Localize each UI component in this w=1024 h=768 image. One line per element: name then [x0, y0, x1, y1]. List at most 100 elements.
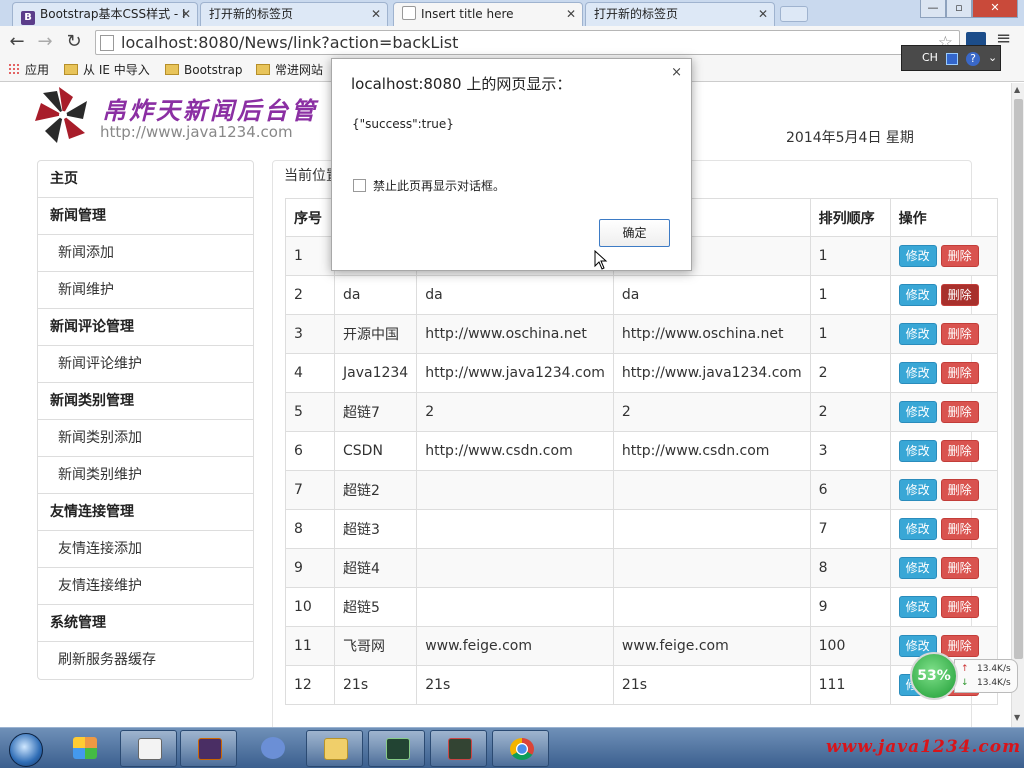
scroll-down-arrow-icon[interactable]: ▼: [1014, 713, 1020, 722]
delete-button[interactable]: 删除: [940, 596, 979, 618]
delete-button[interactable]: 删除: [940, 245, 979, 267]
edit-button[interactable]: 修改: [898, 518, 937, 540]
delete-button[interactable]: 删除: [940, 518, 979, 540]
delete-button[interactable]: 删除: [940, 479, 979, 501]
table-cell: 飞哥网: [333, 626, 418, 666]
scroll-up-arrow-icon[interactable]: ▲: [1014, 85, 1020, 94]
app-icon-1: [386, 738, 410, 760]
delete-button[interactable]: 删除: [940, 401, 979, 423]
tab-insert-title[interactable]: Insert title here ✕: [393, 2, 583, 26]
edit-button[interactable]: 修改: [898, 401, 937, 423]
taskbar-app-1[interactable]: [368, 730, 425, 767]
browser-tab-strip: B Bootstrap基本CSS样式 - I ✕ 打开新的标签页 ✕ Insert…: [0, 0, 1024, 26]
sidebar-item[interactable]: 新闻类别添加: [38, 420, 253, 457]
notepad-icon: [138, 738, 162, 760]
ime-help-icon[interactable]: ?: [966, 52, 980, 66]
sidebar-item[interactable]: 新闻添加: [38, 235, 253, 272]
sidebar-item[interactable]: 友情连接管理: [38, 494, 253, 531]
sidebar-item[interactable]: 新闻类别管理: [38, 383, 253, 420]
start-button[interactable]: [2, 729, 52, 768]
taskbar-notepad[interactable]: [120, 730, 177, 767]
back-arrow-icon[interactable]: ←: [6, 30, 28, 54]
edit-button[interactable]: 修改: [898, 284, 937, 306]
table-cell: 5: [285, 392, 335, 432]
scrollbar-thumb[interactable]: [1014, 99, 1023, 659]
forward-arrow-icon[interactable]: →: [34, 30, 56, 54]
sidebar-item[interactable]: 新闻评论管理: [38, 309, 253, 346]
column-header-actions: 操作: [889, 198, 998, 237]
suppress-dialogs-label[interactable]: 禁止此页再显示对话框。: [373, 177, 505, 194]
tab-bootstrap-css[interactable]: B Bootstrap基本CSS样式 - I ✕: [12, 2, 198, 26]
dialog-ok-button[interactable]: 确定: [599, 219, 670, 247]
delete-button[interactable]: 删除: [940, 362, 979, 384]
edit-button[interactable]: 修改: [898, 557, 937, 579]
table-cell: 1: [809, 236, 891, 276]
bookmark-frequent-sites[interactable]: 常进网站: [256, 62, 323, 78]
edit-button[interactable]: 修改: [898, 596, 937, 618]
bookmark-import-ie[interactable]: 从 IE 中导入: [64, 62, 150, 78]
bookmark-apps[interactable]: 应用: [8, 62, 49, 78]
table-cell: [612, 470, 811, 510]
tab-close-icon[interactable]: ✕: [566, 3, 576, 25]
taskbar-tool[interactable]: [244, 730, 301, 767]
taskbar-explorer[interactable]: [306, 730, 363, 767]
dialog-close-icon[interactable]: ×: [671, 65, 682, 80]
taskbar-chrome[interactable]: [492, 730, 549, 767]
tab-new-tab-1[interactable]: 打开新的标签页 ✕: [200, 2, 388, 26]
table-cell: 2: [612, 392, 811, 432]
ime-options-icon[interactable]: ⌄: [988, 51, 997, 64]
tab-close-icon[interactable]: ✕: [371, 3, 381, 25]
memory-usage-gauge[interactable]: 53%: [910, 652, 958, 700]
ime-toolbar[interactable]: CH ? ⌄: [901, 45, 1001, 71]
taskbar-app-2[interactable]: [430, 730, 487, 767]
sidebar-item[interactable]: 新闻评论维护: [38, 346, 253, 383]
maximize-button[interactable]: ▫: [946, 0, 972, 18]
sidebar-item[interactable]: 友情连接添加: [38, 531, 253, 568]
edit-button[interactable]: 修改: [898, 245, 937, 267]
taskbar-java-ee-ide[interactable]: [180, 730, 237, 767]
reload-icon[interactable]: ↻: [63, 30, 85, 54]
table-cell: [612, 587, 811, 627]
download-speed: 13.4K/s: [977, 678, 1011, 688]
table-cell-actions: 修改删除: [889, 392, 998, 432]
table-cell-actions: 修改删除: [889, 353, 998, 393]
sidebar-item[interactable]: 刷新服务器缓存: [38, 642, 253, 679]
tab-close-icon[interactable]: ✕: [758, 3, 768, 25]
table-cell: 8: [809, 548, 891, 588]
page-scrollbar[interactable]: ▲ ▼: [1011, 83, 1024, 727]
address-bar[interactable]: localhost:8080/News/link?action=backList…: [95, 30, 960, 55]
tab-close-icon[interactable]: ✕: [181, 3, 191, 25]
table-row: 9 超链4 8 修改 删除: [285, 548, 998, 588]
edit-button[interactable]: 修改: [898, 479, 937, 501]
edit-button[interactable]: 修改: [898, 362, 937, 384]
bookmark-bootstrap[interactable]: Bootstrap: [165, 62, 242, 78]
suppress-dialogs-checkbox[interactable]: [353, 179, 366, 192]
sidebar-item[interactable]: 友情连接维护: [38, 568, 253, 605]
table-cell: 超链7: [333, 392, 418, 432]
delete-button[interactable]: 删除: [940, 323, 979, 345]
tool-icon: [261, 737, 285, 759]
sidebar-item[interactable]: 新闻管理: [38, 198, 253, 235]
edit-button[interactable]: 修改: [898, 440, 937, 462]
table-cell: [612, 509, 811, 549]
tab-label: Bootstrap基本CSS样式 - I: [40, 7, 186, 21]
taskbar-libraries[interactable]: [56, 730, 113, 767]
table-cell: 10: [285, 587, 335, 627]
close-window-button[interactable]: ✕: [972, 0, 1018, 18]
delete-button[interactable]: 删除: [940, 440, 979, 462]
sidebar-item[interactable]: 新闻维护: [38, 272, 253, 309]
new-tab-button[interactable]: [780, 6, 808, 22]
minimize-button[interactable]: —: [920, 0, 946, 18]
delete-button[interactable]: 删除: [940, 284, 979, 306]
table-cell: 1: [809, 314, 891, 354]
sidebar-item[interactable]: 系统管理: [38, 605, 253, 642]
windows-taskbar: www.java1234.com: [0, 727, 1024, 768]
ime-mode-icon[interactable]: [946, 53, 958, 65]
sidebar-item[interactable]: 新闻类别维护: [38, 457, 253, 494]
tab-new-tab-2[interactable]: 打开新的标签页 ✕: [585, 2, 775, 26]
delete-button[interactable]: 删除: [940, 557, 979, 579]
page-icon: [402, 6, 416, 20]
network-speed-widget[interactable]: ↑ 13.4K/s ↓ 13.4K/s 53%: [910, 652, 1018, 700]
edit-button[interactable]: 修改: [898, 323, 937, 345]
sidebar-item[interactable]: 主页: [38, 161, 253, 198]
